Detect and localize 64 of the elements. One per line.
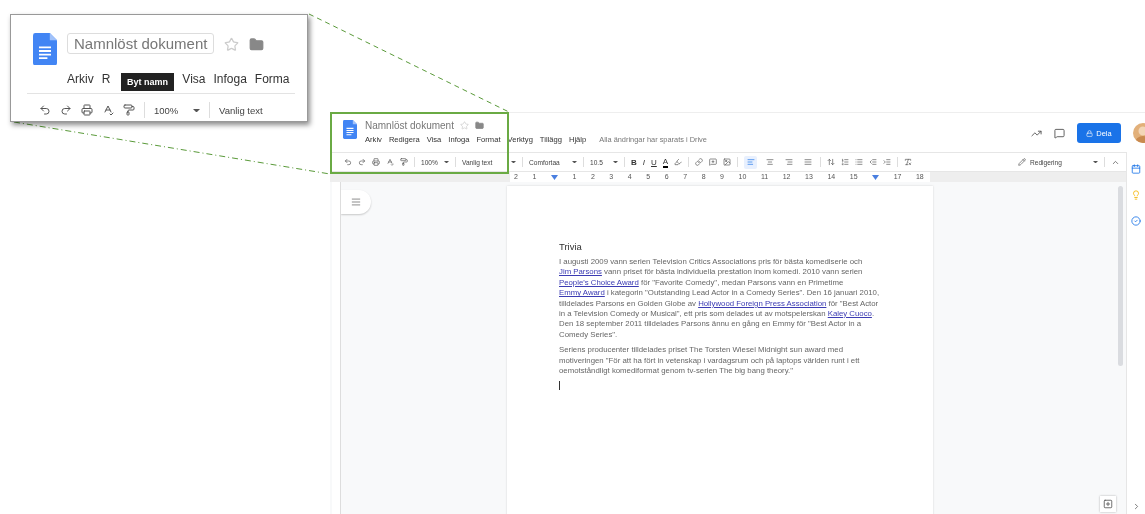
document-icon[interactable] — [33, 33, 57, 66]
paint-format-icon[interactable] — [123, 104, 135, 117]
indent-marker-icon[interactable] — [872, 174, 880, 180]
calendar-icon[interactable] — [1131, 164, 1141, 174]
line-spacing-icon[interactable] — [827, 158, 836, 166]
spellcheck-icon[interactable] — [386, 158, 394, 166]
image-icon[interactable] — [723, 158, 732, 166]
align-button[interactable] — [744, 155, 758, 169]
text-cursor — [559, 381, 560, 391]
menu-item[interactable]: Forma — [254, 72, 290, 87]
document-title[interactable]: Namnlöst dokument — [365, 120, 454, 131]
folder-icon[interactable] — [474, 121, 484, 130]
add-comment-icon[interactable] — [709, 158, 718, 166]
menu-item[interactable]: Visa — [182, 72, 206, 87]
redo-icon[interactable] — [358, 158, 366, 166]
link-icon[interactable] — [695, 158, 704, 166]
outline-button[interactable] — [341, 190, 371, 214]
style-dropdown[interactable]: Vanlig text — [219, 104, 275, 116]
paint-format-icon[interactable] — [400, 158, 408, 166]
caret-icon — [511, 160, 516, 164]
format-button[interactable]: U — [651, 157, 657, 167]
tooltip: Byt namn — [121, 73, 174, 92]
indent-decrease-icon[interactable] — [869, 158, 878, 166]
title-field[interactable]: Namnlöst dokument — [67, 33, 215, 54]
align-justify-icon — [803, 158, 812, 166]
format-button[interactable]: B — [631, 157, 637, 167]
caret-icon — [613, 160, 618, 164]
pencil-icon — [1018, 158, 1026, 166]
star-icon[interactable] — [224, 37, 240, 52]
caret-icon — [572, 160, 577, 164]
caret-icon — [1093, 160, 1098, 164]
format-button[interactable]: I — [642, 157, 645, 167]
scrollbar[interactable] — [1118, 186, 1123, 366]
outline-icon — [351, 197, 361, 207]
lock-icon — [1086, 129, 1094, 137]
folder-icon[interactable] — [249, 37, 265, 52]
spellcheck-icon[interactable] — [102, 104, 114, 117]
menu-item[interactable]: Infoga — [213, 72, 247, 87]
undo-icon[interactable] — [344, 158, 352, 166]
document-heading: Trivia — [559, 241, 583, 252]
indent-increase-icon[interactable] — [883, 158, 892, 166]
align-left-icon — [746, 158, 755, 166]
numbered-list-icon[interactable] — [841, 158, 850, 166]
format-button[interactable]: A — [662, 156, 669, 168]
undo-icon[interactable] — [39, 104, 51, 117]
add-icon — [1103, 499, 1113, 509]
highlighter-icon[interactable] — [674, 158, 683, 166]
zoom-dropdown[interactable]: 100% — [154, 104, 200, 116]
indent-marker-icon[interactable] — [550, 174, 558, 180]
caret-icon — [444, 160, 449, 164]
check-icon[interactable] — [1131, 216, 1141, 226]
bullet-list-icon[interactable] — [855, 158, 864, 166]
align-center-icon — [765, 158, 774, 166]
document-icon[interactable] — [343, 120, 357, 139]
clear-formatting-icon[interactable] — [904, 158, 913, 166]
comment-icon[interactable] — [1054, 127, 1065, 139]
menu-item[interactable]: Arkiv — [67, 72, 94, 87]
menu-item[interactable]: R — [101, 72, 111, 87]
caret-icon — [193, 108, 200, 113]
align-right-icon — [784, 158, 793, 166]
redo-icon[interactable] — [60, 104, 72, 117]
star-icon[interactable] — [459, 121, 469, 130]
print-icon[interactable] — [81, 104, 93, 117]
explore-button[interactable] — [1100, 496, 1116, 512]
